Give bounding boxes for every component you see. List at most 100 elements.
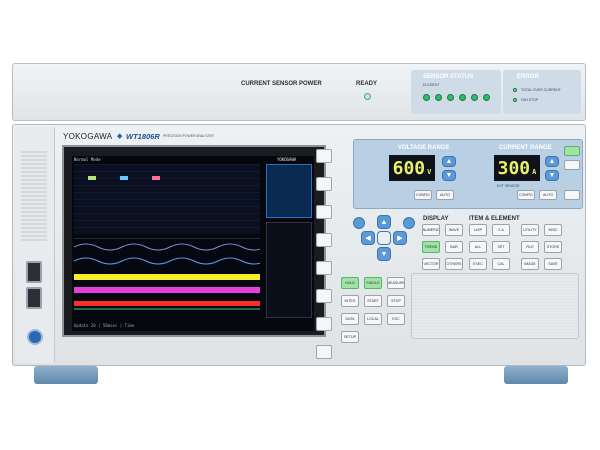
rotary-right-button[interactable]: [403, 217, 415, 229]
waveform-display: [73, 238, 267, 318]
lower-control-button[interactable]: LOCAL: [364, 313, 382, 325]
sensor-status-label: SENSOR STATUS: [423, 74, 474, 80]
status-bar: Update 20 ( 50msec ) Time: [74, 323, 135, 328]
set-center-button[interactable]: [377, 231, 391, 245]
lcd-screen[interactable]: Normal Mode YOKOGAWA Update 20 ( 50msec …: [72, 156, 314, 331]
total-over-current-led: [513, 88, 517, 92]
power-button[interactable]: [27, 329, 43, 345]
lower-control-button[interactable]: SINGLE: [364, 277, 382, 289]
current-range-label: CURRENT RANGE: [499, 145, 552, 151]
waveform-band: [74, 274, 260, 280]
error-item: FAN STOP: [521, 98, 539, 102]
vent-grille: [21, 151, 47, 241]
softkey[interactable]: [316, 205, 332, 219]
range-side-button[interactable]: [564, 190, 580, 200]
model-subtitle: PRECISION POWER ANALYZER: [163, 134, 214, 138]
item-element-button[interactable]: EXEC: [469, 258, 487, 270]
arrow-left-button[interactable]: ◀: [361, 231, 375, 245]
item-element-button[interactable]: CAL: [492, 258, 510, 270]
foot: [34, 366, 98, 384]
arrow-down-button[interactable]: ▼: [377, 247, 391, 261]
system-button[interactable]: STORE: [544, 241, 562, 253]
element-select-button[interactable]: [564, 146, 580, 156]
lower-control-button[interactable]: HOLD: [341, 277, 359, 289]
system-button[interactable]: UTILITY: [521, 224, 539, 236]
sensor-status-sublabel: ELEMENT: [423, 83, 440, 87]
system-button[interactable]: SAVE: [544, 258, 562, 270]
ext-sensor-label: EXT SENSOR: [497, 184, 520, 188]
sensor-status-led: [483, 94, 490, 101]
display-button[interactable]: VECTOR: [422, 258, 440, 270]
sensor-status-led: [459, 94, 466, 101]
softkey[interactable]: [316, 261, 332, 275]
sensor-status-panel: SENSOR STATUS ELEMENT: [411, 70, 501, 114]
sensor-status-led: [423, 94, 430, 101]
voltage-range-display: 600 V: [389, 155, 435, 181]
lower-control-button[interactable]: MEASURE: [387, 277, 405, 289]
waveform-band: [74, 287, 260, 293]
display-button[interactable]: BAR: [445, 241, 463, 253]
display-section-label: DISPLAY: [423, 216, 449, 222]
arrow-right-button[interactable]: ▶: [393, 231, 407, 245]
element-button[interactable]: [564, 160, 580, 170]
arrow-up-button[interactable]: ▲: [377, 215, 391, 229]
display-button[interactable]: WAVE: [445, 224, 463, 236]
current-sensor-power-unit: CURRENT SENSOR POWER READY SENSOR STATUS…: [12, 63, 586, 121]
item-element-button[interactable]: ALL: [469, 241, 487, 253]
current-range-down-button[interactable]: ▼: [545, 170, 559, 181]
current-config-button[interactable]: CONFIG: [517, 190, 535, 200]
usb-port[interactable]: [26, 287, 42, 309]
usb-port[interactable]: [26, 261, 42, 283]
element-marker: [120, 176, 128, 180]
display-button[interactable]: OTHERS: [445, 258, 463, 270]
softkey[interactable]: [316, 289, 332, 303]
element-marker: [88, 176, 96, 180]
voltage-config-button[interactable]: CONFIG: [414, 190, 432, 200]
current-auto-button[interactable]: AUTO: [539, 190, 557, 200]
lower-control-button[interactable]: DATA: [341, 313, 359, 325]
current-range-unit: A: [532, 168, 537, 176]
brand-logo: YOKOGAWA: [63, 132, 113, 141]
item-element-button[interactable]: Σ A: [492, 224, 510, 236]
waveform-trace: [73, 257, 267, 265]
rotary-left-button[interactable]: [353, 217, 365, 229]
lower-control-button[interactable]: STOP: [387, 295, 405, 307]
softkey[interactable]: [316, 317, 332, 331]
info-panel: [266, 164, 312, 218]
waveform-svg: [73, 243, 267, 310]
fan-stop-led: [513, 98, 517, 102]
screen-mode: Normal Mode: [74, 157, 101, 162]
sensor-status-leds: [423, 94, 490, 101]
softkey[interactable]: [316, 233, 332, 247]
voltage-range-label: VOLTAGE RANGE: [398, 145, 450, 151]
display-button[interactable]: NUMERIC: [422, 224, 440, 236]
sensor-status-led: [471, 94, 478, 101]
setup-list-panel: [266, 222, 312, 318]
sensor-status-led: [435, 94, 442, 101]
lower-control-button[interactable]: SETUP: [341, 331, 359, 343]
system-button[interactable]: FILE: [521, 241, 539, 253]
numeric-display: [74, 164, 260, 234]
lower-control-button[interactable]: INTEG: [341, 295, 359, 307]
item-element-button[interactable]: U/I/P: [469, 224, 487, 236]
diamond-icon: ◆: [117, 133, 123, 140]
power-analyzer-body: YOKOGAWA ◆ WT1806R PRECISION POWER ANALY…: [12, 124, 586, 366]
voltage-range-up-button[interactable]: ▲: [442, 156, 456, 167]
softkey[interactable]: [316, 345, 332, 359]
lower-control-button[interactable]: START: [364, 295, 382, 307]
softkey[interactable]: [316, 177, 332, 191]
voltage-range-value: 600: [392, 157, 426, 179]
system-button[interactable]: IMAGE: [521, 258, 539, 270]
item-element-button[interactable]: SET: [492, 241, 510, 253]
current-range-up-button[interactable]: ▲: [545, 156, 559, 167]
lower-control-button[interactable]: ESC: [387, 313, 405, 325]
speaker-grille: [411, 273, 579, 339]
system-button[interactable]: MISC: [544, 224, 562, 236]
softkey[interactable]: [316, 149, 332, 163]
ready-indicator: [364, 93, 371, 100]
voltage-range-down-button[interactable]: ▼: [442, 170, 456, 181]
error-label: ERROR: [517, 74, 539, 80]
voltage-auto-button[interactable]: AUTO: [436, 190, 454, 200]
display-button[interactable]: TREND: [422, 241, 440, 253]
ready-label: READY: [356, 81, 378, 87]
